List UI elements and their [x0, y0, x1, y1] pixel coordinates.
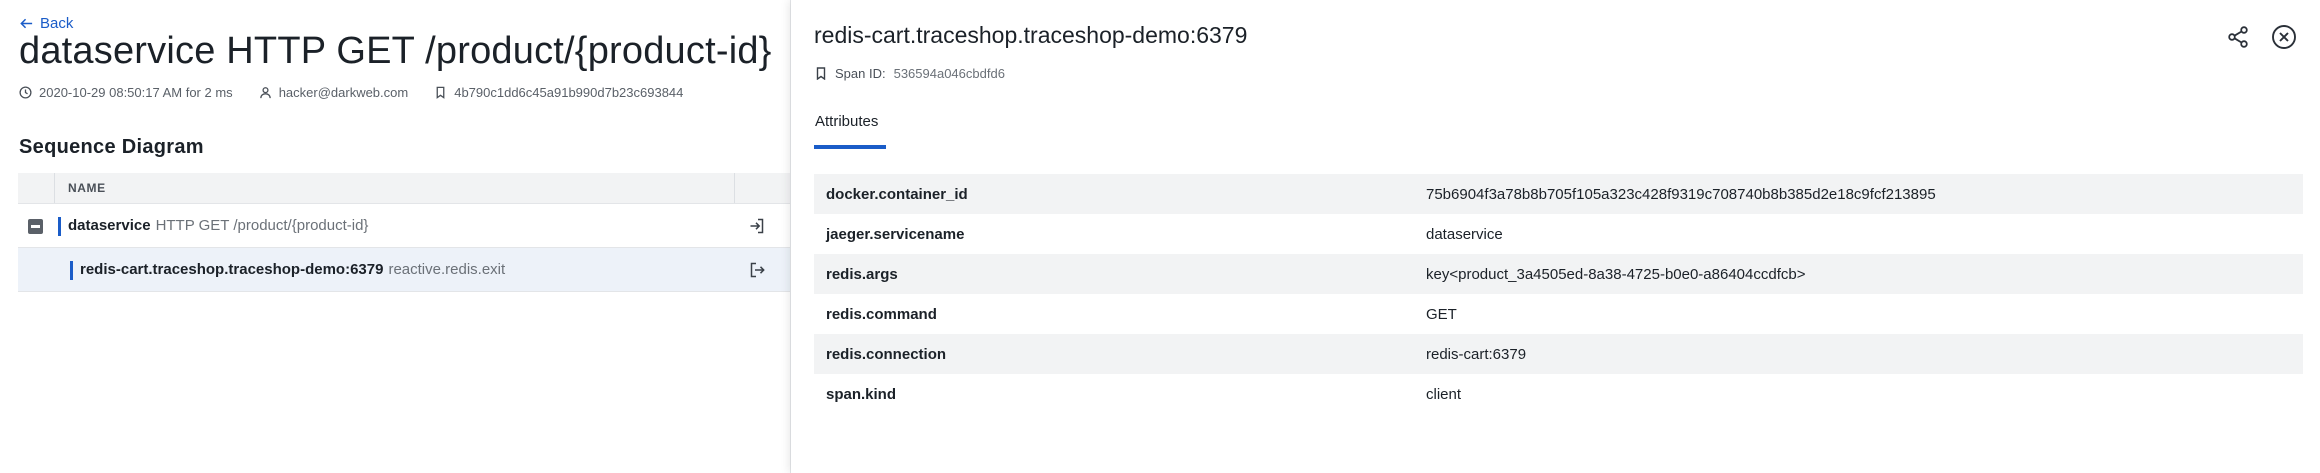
column-divider[interactable] [54, 173, 55, 203]
timestamp-text: 2020-10-29 08:50:17 AM for 2 ms [39, 85, 233, 100]
arrow-left-icon [20, 18, 33, 29]
attribute-key: docker.container_id [826, 185, 968, 203]
user-icon [259, 87, 271, 99]
attribute-key: span.kind [826, 385, 897, 403]
share-icon[interactable] [2226, 25, 2250, 49]
attribute-value: key<product_3a4505ed-8a38-4725-b0e0-a864… [1426, 265, 1806, 283]
attribute-value: 75b6904f3a78b8b705f105a323c428f9319c7087… [1426, 185, 1936, 203]
bookmark-icon [816, 67, 826, 80]
attribute-row: redis.connection redis-cart:6379 [814, 334, 2303, 374]
trace-panel: Back dataservice HTTP GET /product/{prod… [0, 0, 790, 473]
operation-name: HTTP GET /product/{product-id} [155, 217, 369, 234]
column-header-name[interactable]: NAME [68, 181, 106, 195]
span-id: Span ID: 536594a046cbdfd6 [815, 66, 1005, 81]
service-name: redis-cart.traceshop.traceshop-demo:6379 [80, 261, 384, 278]
span-color-bar [70, 261, 73, 280]
attribute-key: redis.connection [826, 345, 947, 363]
span-name: redis-cart.traceshop.traceshop-demo:6379… [80, 261, 505, 278]
sequence-table: NAME dataservice HTTP GET /product/{prod… [18, 173, 790, 292]
span-title: redis-cart.traceshop.traceshop-demo:6379 [814, 22, 1248, 48]
trace-user: hacker@darkweb.com [259, 85, 409, 100]
table-row[interactable]: redis-cart.traceshop.traceshop-demo:6379… [18, 248, 790, 292]
attribute-key: redis.args [826, 265, 898, 283]
tab-attributes[interactable]: Attributes [815, 113, 878, 130]
span-id-value: 536594a046cbdfd6 [893, 66, 1005, 81]
trace-id-text: 4b790c1dd6c45a91b990d7b23c693844 [454, 85, 684, 100]
span-name: dataservice HTTP GET /product/{product-i… [68, 217, 368, 234]
log-in-icon[interactable] [748, 217, 766, 235]
table-row[interactable]: dataservice HTTP GET /product/{product-i… [18, 204, 790, 248]
operation-name: reactive.redis.exit [388, 261, 506, 278]
attribute-key: redis.command [826, 305, 937, 323]
attribute-row: span.kind client [814, 374, 2303, 414]
span-details-panel: redis-cart.traceshop.traceshop-demo:6379… [791, 0, 2320, 473]
attribute-value: GET [1426, 305, 1457, 323]
sequence-diagram-title: Sequence Diagram [19, 136, 204, 158]
attribute-value: dataservice [1426, 225, 1503, 243]
column-divider[interactable] [734, 173, 735, 203]
table-header: NAME [18, 173, 790, 204]
attribute-row: docker.container_id 75b6904f3a78b8b705f1… [814, 174, 2303, 214]
minus-square-icon[interactable] [28, 219, 43, 234]
attribute-row: redis.args key<product_3a4505ed-8a38-472… [814, 254, 2303, 294]
trace-id: 4b790c1dd6c45a91b990d7b23c693844 [434, 85, 683, 100]
span-color-bar [58, 217, 61, 236]
service-name: dataservice [68, 217, 151, 234]
span-id-label: Span ID: [835, 66, 886, 81]
attribute-row: redis.command GET [814, 294, 2303, 334]
clock-icon [19, 86, 32, 99]
trace-meta: 2020-10-29 08:50:17 AM for 2 ms hacker@d… [19, 85, 709, 100]
attribute-value: redis-cart:6379 [1426, 345, 1527, 363]
log-out-icon[interactable] [748, 261, 766, 279]
page-title: dataservice HTTP GET /product/{product-i… [19, 30, 772, 72]
close-circle-icon[interactable] [2271, 24, 2297, 50]
user-text: hacker@darkweb.com [278, 85, 409, 100]
attribute-key: jaeger.servicename [826, 225, 965, 243]
trace-timestamp: 2020-10-29 08:50:17 AM for 2 ms [19, 85, 233, 100]
active-tab-indicator [814, 145, 886, 149]
attribute-value: client [1426, 385, 1462, 403]
bookmark-icon [436, 86, 445, 99]
attribute-row: jaeger.servicename dataservice [814, 214, 2303, 254]
attributes-table: docker.container_id 75b6904f3a78b8b705f1… [814, 174, 2303, 414]
